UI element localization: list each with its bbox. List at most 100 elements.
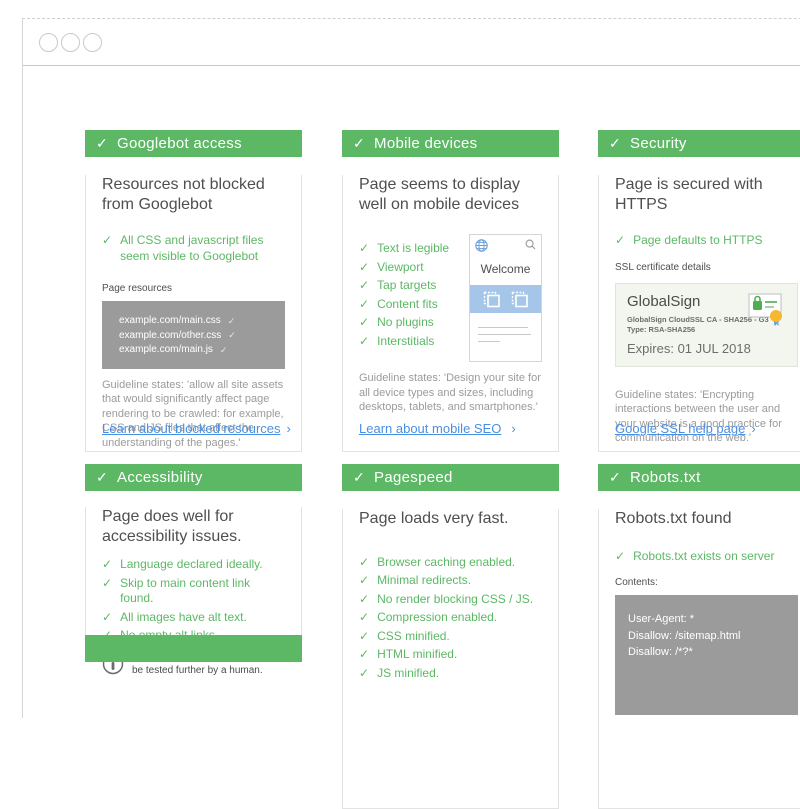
phone-text-placeholder bbox=[470, 313, 541, 342]
check-icon: ✓ bbox=[102, 610, 112, 626]
check-item: ✓ Robots.txt exists on server bbox=[615, 549, 798, 565]
card-title: Page seems to display well on mobile dev… bbox=[359, 175, 542, 214]
learn-mobile-seo-link[interactable]: Learn about mobile SEO› bbox=[359, 421, 516, 436]
window-control-button-3[interactable] bbox=[83, 33, 102, 52]
card-header: ✓ Security bbox=[598, 130, 800, 157]
browser-titlebar bbox=[23, 19, 800, 66]
window-control-button-2[interactable] bbox=[61, 33, 80, 52]
pagespeed-check-list: ✓Browser caching enabled. ✓Minimal redir… bbox=[359, 555, 542, 682]
check-icon: ✓ bbox=[359, 555, 369, 571]
guideline-text: Guideline states: 'Encrypting interactio… bbox=[615, 388, 798, 446]
check-item: ✓Interstitials bbox=[359, 334, 469, 350]
check-icon: ✓ bbox=[102, 233, 112, 264]
guideline-text: Guideline states: 'Design your site for … bbox=[359, 371, 542, 415]
stacked-pages-icon bbox=[511, 291, 529, 308]
card-title: Resources not blocked from Googlebot bbox=[102, 175, 285, 214]
check-icon: ✓ bbox=[359, 278, 369, 294]
check-icon: ✓ bbox=[96, 135, 108, 152]
check-icon: ✓ bbox=[359, 647, 369, 663]
check-item: ✓HTML minified. bbox=[359, 647, 542, 663]
check-item: ✓JS minified. bbox=[359, 666, 542, 682]
check-item: ✓Compression enabled. bbox=[359, 610, 542, 626]
check-item: ✓Browser caching enabled. bbox=[359, 555, 542, 571]
card-header: ✓ Googlebot access bbox=[85, 130, 302, 157]
google-ssl-help-link[interactable]: Google SSL help page› bbox=[615, 421, 756, 436]
check-icon: ✓ bbox=[102, 576, 112, 607]
card-header-label: Pagespeed bbox=[374, 469, 453, 486]
card-header-label: Robots.txt bbox=[630, 469, 701, 486]
stacked-pages-icon bbox=[483, 291, 501, 308]
card-title: Page does well for accessibility issues. bbox=[102, 507, 285, 546]
card-security: ✓ Security Page is secured with HTTPS ✓ … bbox=[598, 130, 800, 452]
check-icon: ✓ bbox=[359, 666, 369, 682]
check-item: ✓ All CSS and javascript files seem visi… bbox=[102, 233, 285, 264]
check-icon: ✓ bbox=[615, 549, 625, 565]
card-header: ✓ Accessibility bbox=[85, 464, 302, 491]
check-icon: ✓ bbox=[359, 592, 369, 608]
globe-icon bbox=[475, 239, 488, 252]
learn-blocked-resources-link[interactable]: Learn about blocked resources› bbox=[102, 421, 291, 436]
check-icon: ✓ bbox=[359, 610, 369, 626]
check-item: ✓Tap targets bbox=[359, 278, 469, 294]
card-header-label: Accessibility bbox=[117, 469, 203, 486]
phone-content-band bbox=[470, 285, 541, 313]
accessibility-check-list: ✓Language declared ideally. ✓Skip to mai… bbox=[102, 557, 285, 644]
check-icon: ✓ bbox=[220, 344, 228, 357]
check-item: ✓Skip to main content link found. bbox=[102, 576, 285, 607]
check-icon: ✓ bbox=[353, 469, 365, 486]
check-icon: ✓ bbox=[228, 315, 236, 328]
check-item: ✓Text is legible bbox=[359, 241, 469, 257]
card-header: ✓ Pagespeed bbox=[342, 464, 559, 491]
check-icon: ✓ bbox=[359, 315, 369, 331]
robots-contents-box: User-Agent: * Disallow: /sitemap.html Di… bbox=[615, 595, 798, 715]
card-header-label: Googlebot access bbox=[117, 135, 242, 152]
card-title: Page is secured with HTTPS bbox=[615, 175, 798, 214]
check-icon: ✓ bbox=[359, 260, 369, 276]
card-pagespeed: ✓ Pagespeed Page loads very fast. ✓Brows… bbox=[342, 464, 559, 809]
card-robots-txt: ✓ Robots.txt Robots.txt found ✓ Robots.t… bbox=[598, 464, 800, 809]
ssl-certificate-box: GlobalSign GlobalSign CloudSSL CA - SHA2… bbox=[615, 283, 798, 367]
certificate-expiry: Expires: 01 JUL 2018 bbox=[627, 341, 786, 356]
check-item: ✓CSS minified. bbox=[359, 629, 542, 645]
phone-welcome-text: Welcome bbox=[470, 262, 541, 276]
card-header: ✓ Robots.txt bbox=[598, 464, 800, 491]
card-header-label: Security bbox=[630, 135, 687, 152]
check-icon: ✓ bbox=[102, 557, 112, 573]
check-icon: ✓ bbox=[96, 469, 108, 486]
mobile-check-list: ✓Text is legible ✓Viewport ✓Tap targets … bbox=[359, 234, 469, 362]
check-icon: ✓ bbox=[359, 297, 369, 313]
resource-row: example.com/other.css ✓ bbox=[119, 329, 277, 344]
chevron-right-icon: › bbox=[511, 421, 515, 436]
check-icon: ✓ bbox=[609, 469, 621, 486]
card-mobile-devices: ✓ Mobile devices Page seems to display w… bbox=[342, 130, 559, 452]
check-item: ✓Minimal redirects. bbox=[359, 573, 542, 589]
check-item: ✓No plugins bbox=[359, 315, 469, 331]
chevron-right-icon: › bbox=[751, 421, 755, 436]
card-accessibility: ✓ Accessibility Page does well for acces… bbox=[85, 464, 302, 648]
check-item: ✓Language declared ideally. bbox=[102, 557, 285, 573]
check-icon: ✓ bbox=[615, 233, 625, 249]
card-googlebot-access: ✓ Googlebot access Resources not blocked… bbox=[85, 130, 302, 452]
check-icon: ✓ bbox=[359, 241, 369, 257]
search-icon bbox=[525, 239, 536, 250]
check-item: ✓Content fits bbox=[359, 297, 469, 313]
check-icon: ✓ bbox=[609, 135, 621, 152]
check-icon: ✓ bbox=[353, 135, 365, 152]
contents-label: Contents: bbox=[615, 577, 798, 588]
card-title: Robots.txt found bbox=[615, 509, 798, 529]
check-icon: ✓ bbox=[359, 334, 369, 350]
check-item: ✓All images have alt text. bbox=[102, 610, 285, 626]
check-item: ✓No render blocking CSS / JS. bbox=[359, 592, 542, 608]
page-resources-box: example.com/main.css ✓ example.com/other… bbox=[102, 301, 285, 369]
certificate-award-icon bbox=[748, 293, 788, 327]
resource-row: example.com/main.js ✓ bbox=[119, 343, 277, 358]
ssl-certificate-label: SSL certificate details bbox=[615, 262, 798, 273]
card-header-label: Mobile devices bbox=[374, 135, 477, 152]
next-card-header-peek bbox=[85, 635, 302, 662]
check-item: ✓ Page defaults to HTTPS bbox=[615, 233, 798, 249]
card-title: Page loads very fast. bbox=[359, 509, 542, 529]
window-control-button-1[interactable] bbox=[39, 33, 58, 52]
mobile-check-section: ✓Text is legible ✓Viewport ✓Tap targets … bbox=[359, 234, 542, 362]
chevron-right-icon: › bbox=[287, 421, 291, 436]
check-icon: ✓ bbox=[359, 629, 369, 645]
